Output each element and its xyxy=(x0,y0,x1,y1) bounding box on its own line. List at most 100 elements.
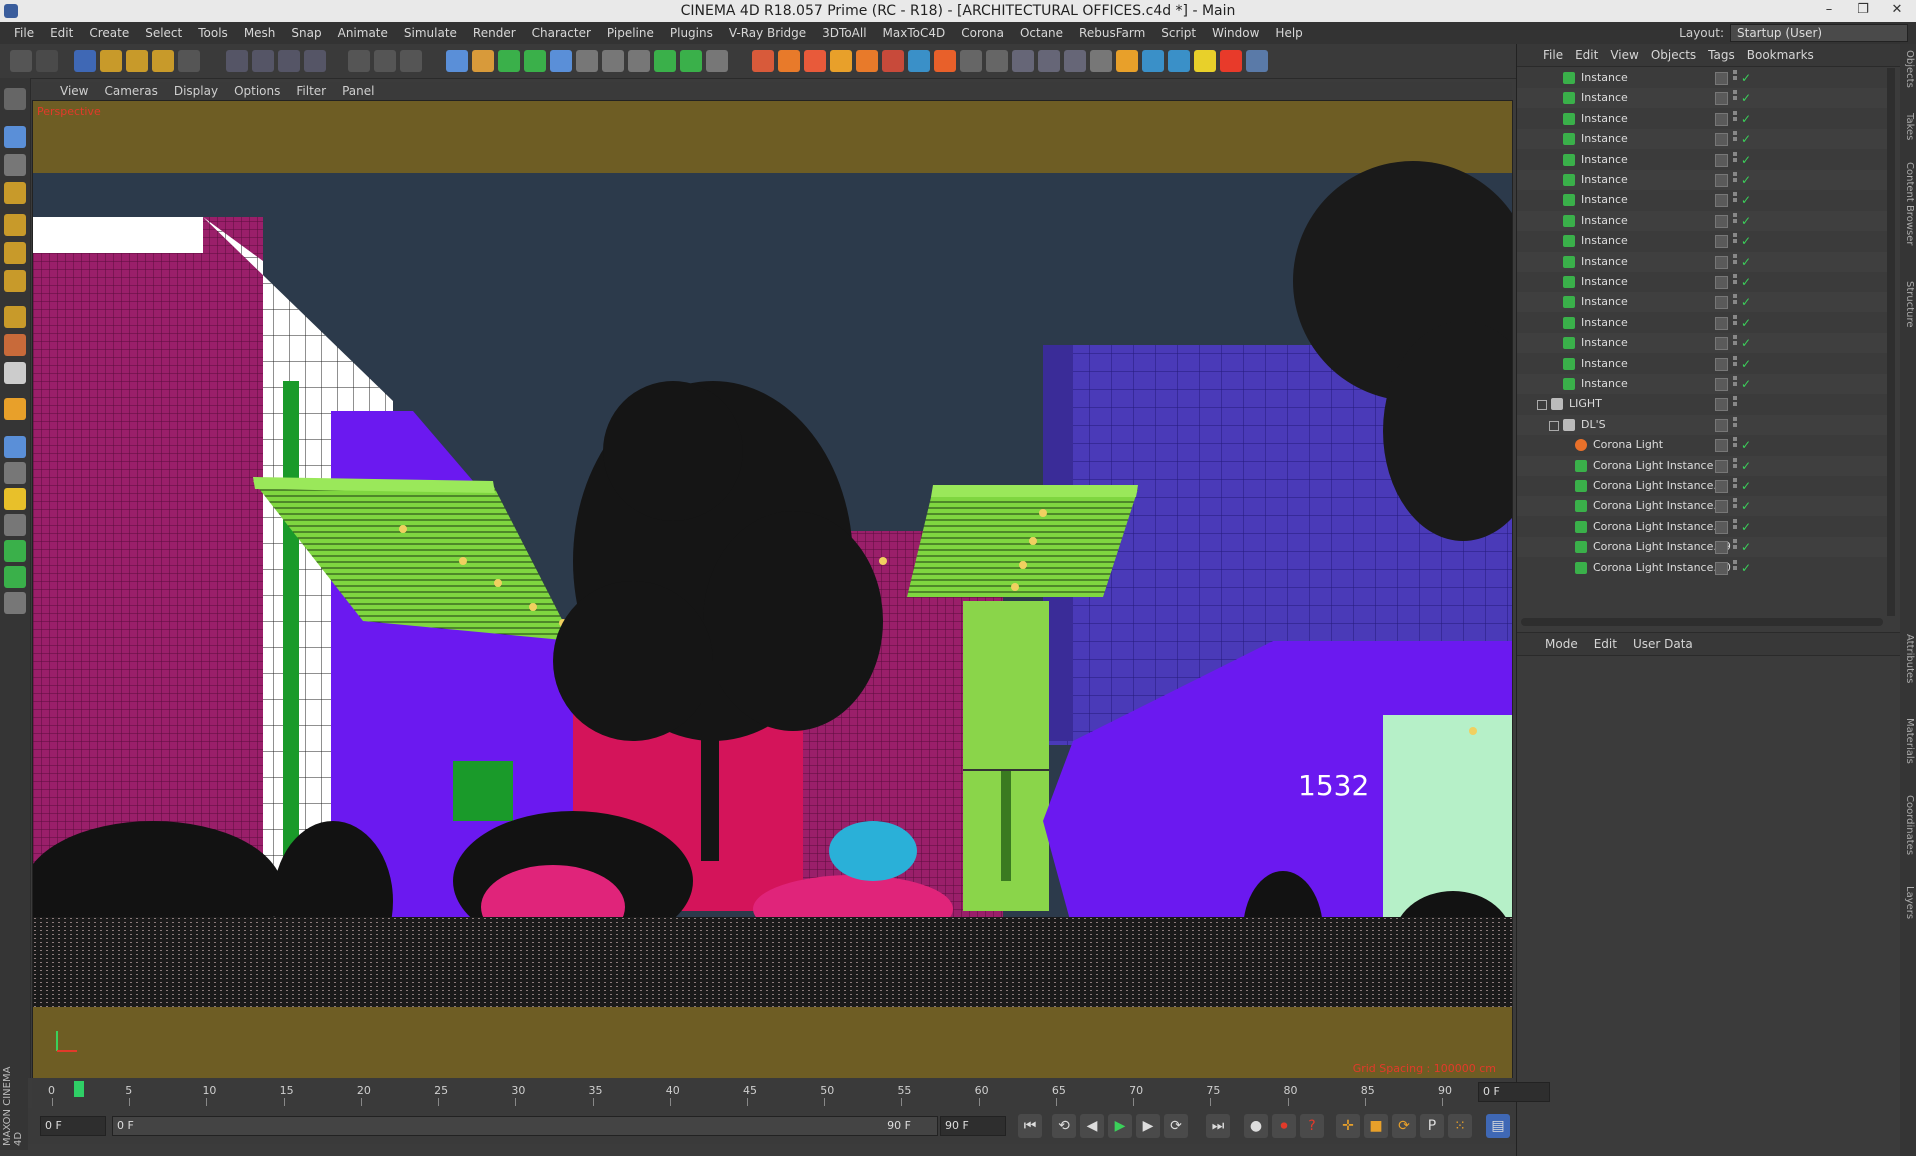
expand-toggle-icon[interactable] xyxy=(1549,420,1559,431)
menu-script[interactable]: Script xyxy=(1153,22,1204,44)
cube-icon[interactable] xyxy=(446,50,468,72)
corona-info-icon[interactable] xyxy=(1194,50,1216,72)
attribute-manager-menu-mode[interactable]: Mode xyxy=(1537,633,1586,655)
object-row[interactable]: Instance ✓ xyxy=(1517,109,1887,129)
object-row[interactable]: Corona Light Instance.20 ✓ xyxy=(1517,558,1887,578)
snap-icon[interactable] xyxy=(4,398,26,420)
side-tab-layers[interactable]: Layers xyxy=(1901,886,1915,919)
scale-icon[interactable] xyxy=(126,50,148,72)
expand-toggle-icon[interactable] xyxy=(1537,400,1547,411)
menu-edit[interactable]: Edit xyxy=(42,22,81,44)
timeline-window-icon[interactable]: ▤ xyxy=(1486,1114,1510,1138)
menu-simulate[interactable]: Simulate xyxy=(396,22,465,44)
corona-interactive-icon[interactable] xyxy=(960,50,982,72)
layer-checkbox[interactable] xyxy=(1715,459,1728,473)
viewport-menu-cameras[interactable]: Cameras xyxy=(96,82,165,100)
array-icon[interactable] xyxy=(524,50,546,72)
object-list-vertical-scrollbar[interactable] xyxy=(1887,68,1895,616)
object-row[interactable]: Instance ✓ xyxy=(1517,333,1887,354)
record-keys-icon[interactable]: ● xyxy=(1244,1114,1268,1138)
corona-help-icon[interactable] xyxy=(1246,50,1268,72)
previous-key-icon[interactable]: ⟲ xyxy=(1052,1114,1076,1138)
enabled-check-icon[interactable]: ✓ xyxy=(1741,558,1751,578)
enabled-check-icon[interactable]: ✓ xyxy=(1741,190,1751,210)
coordinate-system-icon[interactable] xyxy=(304,50,326,72)
polygons-mode-icon[interactable] xyxy=(4,270,26,292)
visibility-dots-icon[interactable] xyxy=(1733,518,1737,535)
visibility-dots-icon[interactable] xyxy=(1733,151,1737,168)
close-button[interactable]: ✕ xyxy=(1880,0,1914,22)
workplane-mode-icon[interactable] xyxy=(4,182,26,204)
sketch-icon[interactable] xyxy=(706,50,728,72)
corona-render-icon[interactable] xyxy=(752,50,774,72)
layer-checkbox[interactable] xyxy=(1715,255,1728,269)
object-row[interactable]: Instance ✓ xyxy=(1517,129,1887,150)
go-to-end-icon[interactable]: ⏭ xyxy=(1206,1114,1230,1138)
corona-denoise-icon[interactable] xyxy=(1168,50,1190,72)
rotate-icon[interactable] xyxy=(152,50,174,72)
enabled-check-icon[interactable]: ✓ xyxy=(1741,211,1751,231)
corona-shadow-icon[interactable] xyxy=(1142,50,1164,72)
hair-tool-icon[interactable] xyxy=(4,566,26,588)
visibility-dots-icon[interactable] xyxy=(1733,233,1737,250)
position-key-icon[interactable]: ✛ xyxy=(1336,1114,1360,1138)
enabled-check-icon[interactable]: ✓ xyxy=(1741,435,1751,455)
edges-mode-icon[interactable] xyxy=(4,242,26,264)
layer-checkbox[interactable] xyxy=(1715,480,1728,493)
menu-3dtoall[interactable]: 3DToAll xyxy=(814,22,874,44)
undo-icon[interactable] xyxy=(10,50,32,72)
locked-workplane-icon[interactable] xyxy=(4,462,26,484)
visibility-dots-icon[interactable] xyxy=(1733,294,1737,311)
corona-converter-icon[interactable] xyxy=(986,50,1008,72)
object-row[interactable]: Instance ✓ xyxy=(1517,68,1887,88)
enabled-check-icon[interactable]: ✓ xyxy=(1741,496,1751,516)
object-manager-menu-view[interactable]: View xyxy=(1604,44,1644,66)
enabled-check-icon[interactable]: ✓ xyxy=(1741,537,1751,557)
param-key-icon[interactable]: P xyxy=(1420,1114,1444,1138)
points-mode-icon[interactable] xyxy=(4,214,26,236)
menu-mesh[interactable]: Mesh xyxy=(236,22,284,44)
end-frame-field[interactable]: 90 F xyxy=(940,1116,1006,1136)
frame-range-slider[interactable]: 0 F 90 F xyxy=(112,1116,938,1136)
corona-vfb-icon[interactable] xyxy=(934,50,956,72)
menu-snap[interactable]: Snap xyxy=(283,22,329,44)
camera-icon[interactable] xyxy=(602,50,624,72)
side-tab-content-browser[interactable]: Content Browser xyxy=(1901,162,1915,245)
paint-icon[interactable] xyxy=(4,540,26,562)
menu-octane[interactable]: Octane xyxy=(1012,22,1071,44)
menu-create[interactable]: Create xyxy=(81,22,137,44)
visibility-dots-icon[interactable] xyxy=(1733,192,1737,209)
layer-checkbox[interactable] xyxy=(1715,174,1728,187)
object-manager-menu-objects[interactable]: Objects xyxy=(1645,44,1702,66)
layer-checkbox[interactable] xyxy=(1715,357,1728,371)
object-row[interactable]: Instance ✓ xyxy=(1517,374,1887,394)
object-row[interactable]: Instance ✓ xyxy=(1517,272,1887,292)
minimize-button[interactable]: – xyxy=(1812,0,1846,22)
layer-checkbox[interactable] xyxy=(1715,133,1728,147)
layer-checkbox[interactable] xyxy=(1715,378,1728,391)
tweak-mode-icon[interactable] xyxy=(4,334,26,356)
visibility-dots-icon[interactable] xyxy=(1733,396,1737,413)
layer-checkbox[interactable] xyxy=(1715,72,1728,85)
pla-key-icon[interactable]: ⁙ xyxy=(1448,1114,1472,1138)
search-icon[interactable] xyxy=(1823,48,1893,62)
corona-proxy-icon[interactable] xyxy=(856,50,878,72)
play-icon[interactable]: ▶ xyxy=(1108,1114,1132,1138)
side-tab-attributes[interactable]: Attributes xyxy=(1901,634,1915,683)
object-row[interactable]: Corona Light Instance.3 ✓ xyxy=(1517,517,1887,537)
object-row[interactable]: Instance ✓ xyxy=(1517,170,1887,190)
object-manager-menu-edit[interactable]: Edit xyxy=(1569,44,1604,66)
hair-icon[interactable] xyxy=(680,50,702,72)
object-row[interactable]: Instance ✓ xyxy=(1517,292,1887,313)
object-manager-menu-file[interactable]: File xyxy=(1537,44,1569,66)
side-tab-structure[interactable]: Structure xyxy=(1901,281,1915,328)
light-icon[interactable] xyxy=(628,50,650,72)
visibility-dots-icon[interactable] xyxy=(1733,355,1737,372)
next-frame-icon[interactable]: ▶ xyxy=(1136,1114,1160,1138)
layer-checkbox[interactable] xyxy=(1715,296,1728,310)
viewport-menu-display[interactable]: Display xyxy=(166,82,226,100)
object-row[interactable]: Instance ✓ xyxy=(1517,190,1887,210)
render-picture-viewer-icon[interactable] xyxy=(374,50,396,72)
layer-checkbox[interactable] xyxy=(1715,337,1728,351)
menu-render[interactable]: Render xyxy=(465,22,524,44)
